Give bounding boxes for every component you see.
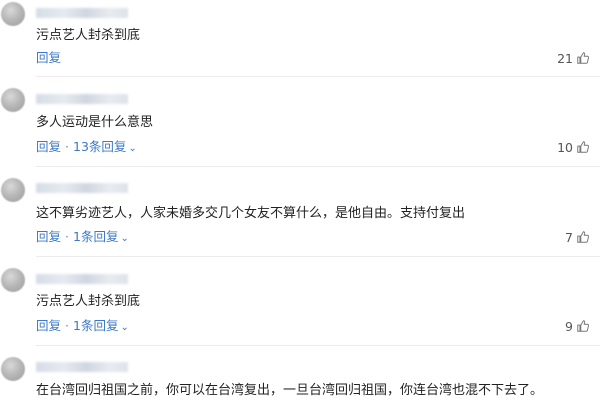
username-blurred[interactable] [36,183,128,193]
username-blurred[interactable] [36,94,128,104]
like-button[interactable]: 7 [565,230,590,245]
thumbs-up-icon [577,231,590,243]
like-button[interactable]: 9 [565,319,590,334]
separator-dot: · [65,139,69,154]
reply-count: 1条回复 [73,318,119,333]
comment-text: 污点艺人封杀到底 [36,294,141,309]
like-button[interactable]: 21 [557,51,590,66]
chevron-down-icon: ⌄ [120,233,129,244]
divider [36,256,600,257]
thumbs-up-icon [577,320,590,332]
chevron-down-icon: ⌄ [120,322,129,333]
comment-text: 这不算劣迹艺人，人家未婚多交几个女友不算什么，是他自由。支持付复出 [36,206,466,221]
username-blurred[interactable] [36,274,128,284]
comment-actions: 回复 · 13条回复 ⌄ [36,140,137,156]
divider [36,166,600,167]
comment-text: 污点艺人封杀到底 [36,28,141,43]
like-button[interactable]: 10 [557,140,590,155]
separator-dot: · [65,229,69,244]
avatar[interactable] [1,268,25,292]
reply-button[interactable]: 回复 [36,319,61,333]
comment-actions: 回复 · 1条回复 ⌄ [36,230,129,246]
avatar[interactable] [1,88,25,112]
view-replies-link[interactable]: 13条回复 ⌄ [73,140,137,156]
like-count: 7 [565,230,573,245]
view-replies-link[interactable]: 1条回复 ⌄ [73,319,129,335]
reply-button[interactable]: 回复 [36,51,61,65]
reply-count: 13条回复 [73,139,127,154]
view-replies-link[interactable]: 1条回复 ⌄ [73,230,129,246]
username-blurred[interactable] [36,8,128,18]
comment-actions: 回复 · 1条回复 ⌄ [36,319,129,335]
comment-text: 在台湾回归祖国之前，你可以在台湾复出，一旦台湾回归祖国，你连台湾也混不下去了。 [36,383,544,398]
comment-text: 多人运动是什么意思 [36,115,154,130]
comment-actions: 回复 [36,51,61,65]
reply-button[interactable]: 回复 [36,140,61,154]
avatar[interactable] [1,178,25,202]
avatar[interactable] [1,2,25,26]
like-count: 10 [557,140,573,155]
like-count: 9 [565,319,573,334]
thumbs-up-icon [577,141,590,153]
chevron-down-icon: ⌄ [128,143,137,154]
like-count: 21 [557,51,573,66]
divider [36,345,600,346]
thumbs-up-icon [577,52,590,64]
reply-count: 1条回复 [73,229,119,244]
avatar[interactable] [1,357,25,381]
reply-button[interactable]: 回复 [36,230,61,244]
separator-dot: · [65,318,69,333]
divider [36,76,600,77]
username-blurred[interactable] [36,362,128,372]
